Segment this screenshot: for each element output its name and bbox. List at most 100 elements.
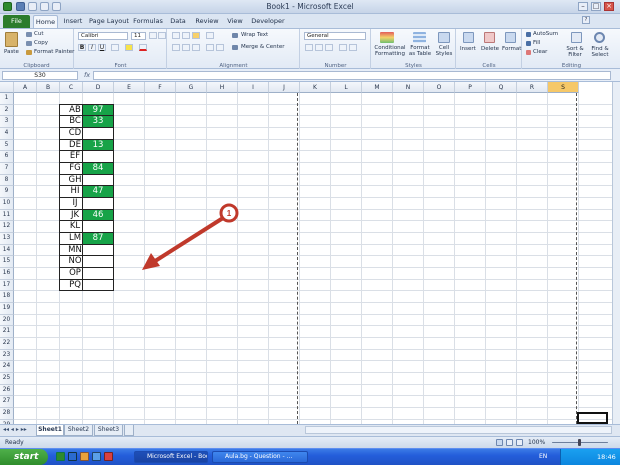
find-select-button[interactable]: Find & Select [587,46,613,58]
zoom-level[interactable]: 100% [528,439,545,446]
status-ready: Ready [5,439,24,446]
autosum-button[interactable]: AutoSum [533,31,558,37]
ribbon-tabs: File Home Insert Page Layout Formulas Da… [0,14,620,28]
alignment-group: Wrap Text Merge & Center Alignment [168,29,300,70]
format-button[interactable]: Format [502,46,521,52]
vertical-scrollbar[interactable] [612,82,620,424]
tab-page-layout[interactable]: Page Layout [89,15,129,28]
merge-center-button[interactable]: Merge & Center [241,44,284,50]
cell-styles-icon [438,32,450,43]
clock: 18:46 [597,453,616,461]
sort-filter-button[interactable]: Sort & Filter [564,46,586,58]
copy-button[interactable]: Copy [34,40,48,46]
tab-review[interactable]: Review [193,15,221,28]
align-bottom-icon[interactable] [192,32,200,39]
insert-sheet-icon[interactable] [124,425,134,436]
close-button[interactable]: × [604,2,614,11]
font-name-select[interactable]: Calibri [78,32,128,40]
minimize-button[interactable]: – [578,2,588,11]
sheet-nav-arrows-icon[interactable]: ◂◂ ◂ ▸ ▸▸ [3,426,27,433]
word-quicklaunch-icon[interactable] [68,452,77,461]
page-layout-view-icon[interactable] [506,439,513,446]
align-left-icon[interactable] [172,44,180,51]
maximize-button[interactable]: □ [591,2,601,11]
bold-icon[interactable]: B [78,44,86,51]
borders-icon[interactable] [111,44,119,51]
orientation-icon[interactable] [206,32,214,39]
grow-font-icon[interactable] [149,32,157,39]
system-tray: EN 18:46 [539,449,620,465]
font-color-icon[interactable] [139,44,147,51]
font-size-select[interactable]: 11 [131,32,146,40]
name-box[interactable]: S30 [2,71,78,80]
align-middle-icon[interactable] [182,32,190,39]
insert-cells-icon [463,32,474,43]
currency-icon[interactable] [305,44,313,51]
delete-button[interactable]: Delete [481,46,499,52]
shrink-font-icon[interactable] [158,32,166,39]
decrease-indent-icon[interactable] [206,44,214,51]
worksheet-grid[interactable]: ABCDEFGHIJKLMNOPQRS 1 2 3 4 5 6 7 8 9 10 11 12 13 14 1… [0,82,612,424]
format-painter-button[interactable]: Format Painter [34,49,74,55]
fill-button[interactable]: Fill [533,40,540,46]
clear-button[interactable]: Clear [533,49,547,55]
sheet-tab-3[interactable]: Sheet3 [94,425,123,436]
find-select-icon [594,32,605,43]
annotation-arrow-line [150,216,225,265]
tab-home[interactable]: Home [33,15,58,28]
excel-quicklaunch-icon[interactable] [56,452,65,461]
increase-indent-icon[interactable] [216,44,224,51]
tab-data[interactable]: Data [167,15,189,28]
tab-insert[interactable]: Insert [61,15,85,28]
insert-button[interactable]: Insert [460,46,476,52]
cut-button[interactable]: Cut [34,31,43,37]
window-title: Book1 - Microsoft Excel [266,2,354,11]
increase-decimal-icon[interactable] [339,44,347,51]
comma-style-icon[interactable] [325,44,333,51]
horizontal-scrollbar[interactable] [305,426,612,434]
help-icon[interactable]: ? [582,16,590,24]
italic-icon[interactable]: I [88,44,96,51]
start-button[interactable]: start [0,449,48,465]
sheet-tab-2[interactable]: Sheet2 [64,425,93,436]
language-indicator[interactable]: EN [539,453,547,460]
number-group: General Number [301,29,371,70]
number-format-select[interactable]: General [304,32,366,40]
ribbon: Paste Cut Copy Format Painter Clipboard … [0,28,620,70]
explorer-quicklaunch-icon[interactable] [80,452,89,461]
wrap-text-button[interactable]: Wrap Text [241,32,268,38]
insert-function-button[interactable]: fx [84,71,90,79]
paste-button[interactable]: Paste [4,49,19,55]
align-top-icon[interactable] [172,32,180,39]
cell-styles-button[interactable]: Cell Styles [434,45,454,57]
formula-input[interactable] [93,71,611,80]
annotation-overlay: 1 [142,203,239,270]
page-break-view-icon[interactable] [516,439,523,446]
tab-formulas[interactable]: Formulas [133,15,163,28]
media-quicklaunch-icon[interactable] [104,452,113,461]
tab-file[interactable]: File [3,15,30,28]
normal-view-icon[interactable] [496,439,503,446]
paste-icon[interactable] [5,32,18,47]
sort-filter-icon [571,32,582,43]
conditional-formatting-button[interactable]: Conditional Formatting [373,45,407,57]
fill-color-icon[interactable] [125,44,133,51]
taskbar-item-excel[interactable]: Microsoft Excel - Book1 [134,451,208,463]
taskbar-item-browser[interactable]: Aula.bg - Question - ... [212,451,308,463]
clear-icon [526,50,531,55]
conditional-formatting-icon [380,32,394,43]
format-as-table-button[interactable]: Format as Table [408,45,432,57]
sheet-tab-1[interactable]: Sheet1 [36,425,64,436]
align-right-icon[interactable] [192,44,200,51]
cells-group: Insert Delete Format Cells [457,29,522,70]
align-center-icon[interactable] [182,44,190,51]
underline-icon[interactable]: U [98,44,106,51]
wrap-text-icon [232,33,238,38]
percent-icon[interactable] [315,44,323,51]
fill-icon [526,41,531,46]
tab-developer[interactable]: Developer [251,15,285,28]
browser-quicklaunch-icon[interactable] [92,452,101,461]
zoom-slider-thumb[interactable] [578,439,581,446]
decrease-decimal-icon[interactable] [349,44,357,51]
tab-view[interactable]: View [224,15,246,28]
